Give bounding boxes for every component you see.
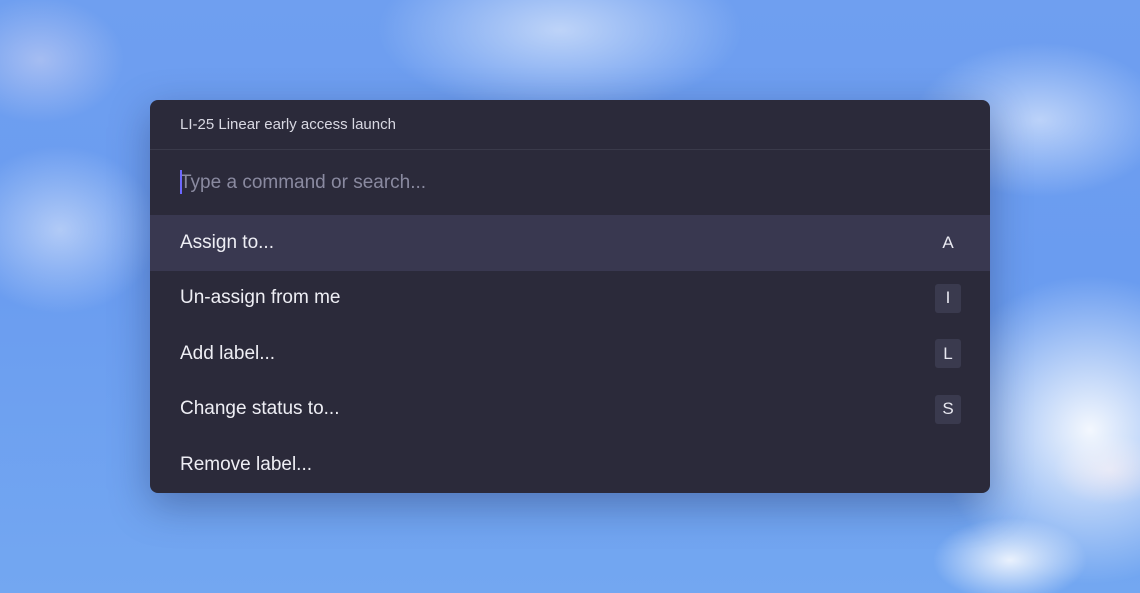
shortcut-key: S [935, 394, 961, 424]
shortcut-key: A [942, 232, 954, 252]
command-item-label: Remove label... [180, 453, 313, 475]
shortcut-key: L [935, 339, 961, 369]
command-palette: LI-25 Linear early access launch Assign … [150, 100, 990, 493]
command-item-remove-label[interactable]: Remove label... [150, 437, 990, 493]
shortcut-key: I [935, 283, 961, 313]
context-issue-title: LI-25 Linear early access launch [180, 116, 396, 133]
command-item-add-label[interactable]: Add label... L [150, 326, 990, 382]
command-item-label: Add label... [180, 342, 276, 364]
command-item-label: Change status to... [180, 398, 340, 420]
text-caret [180, 170, 182, 194]
context-header: LI-25 Linear early access launch [150, 100, 990, 150]
search-row [150, 150, 990, 215]
command-item-unassign[interactable]: Un-assign from me I [150, 271, 990, 327]
command-item-label: Un-assign from me [180, 287, 341, 309]
command-list: Assign to... A Un-assign from me I Add l… [150, 215, 990, 493]
command-item-change-status[interactable]: Change status to... S [150, 382, 990, 438]
command-item-label: Assign to... [180, 231, 274, 253]
command-search-input[interactable] [180, 171, 940, 194]
command-item-assign[interactable]: Assign to... A [150, 215, 990, 271]
